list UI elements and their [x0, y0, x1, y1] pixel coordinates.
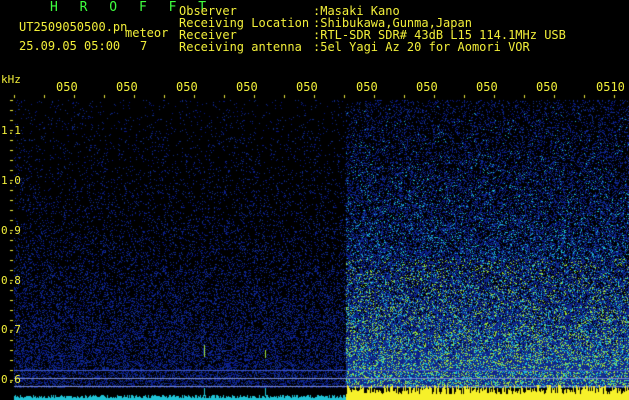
time-tick: 050 [176, 80, 198, 94]
time-tick: 050 [56, 80, 78, 94]
spectrogram [0, 0, 629, 400]
time-tick: 050 [416, 80, 438, 94]
antenna-label: Receiving antenna [179, 40, 302, 54]
frequency-unit: kHz [1, 73, 21, 86]
time-tick: 0510 [596, 80, 625, 94]
time-tick: 050 [356, 80, 378, 94]
freq-tick: 1.0 [1, 174, 21, 187]
antenna-value: :5el Yagi Az 20 for Aomori VOR [313, 40, 530, 54]
time-tick: 050 [476, 80, 498, 94]
file-name: UT2509050500.pn [19, 20, 128, 34]
event-label: meteor [125, 26, 169, 40]
time-tick: 050 [536, 80, 558, 94]
metadata-labels: Observer Receiving Location Receiver Rec… [179, 5, 309, 53]
meteor-count: 7 [140, 39, 148, 53]
time-tick: 050 [116, 80, 138, 94]
freq-tick: 1.1 [1, 124, 21, 137]
time-tick: 050 [236, 80, 258, 94]
date-time: 25.09.05 05:00 [19, 39, 121, 53]
freq-tick: 0.8 [1, 274, 21, 287]
metadata-values: :Masaki Kano :Shibukawa,Gunma,Japan :RTL… [313, 5, 566, 53]
time-tick: 050 [296, 80, 318, 94]
freq-tick: 0.6 [1, 373, 21, 386]
freq-tick: 0.9 [1, 224, 21, 237]
freq-tick: 0.7 [1, 323, 21, 336]
hrofft-display: H R O F F T UT2509050500.pn meteor 25.09… [0, 0, 629, 400]
